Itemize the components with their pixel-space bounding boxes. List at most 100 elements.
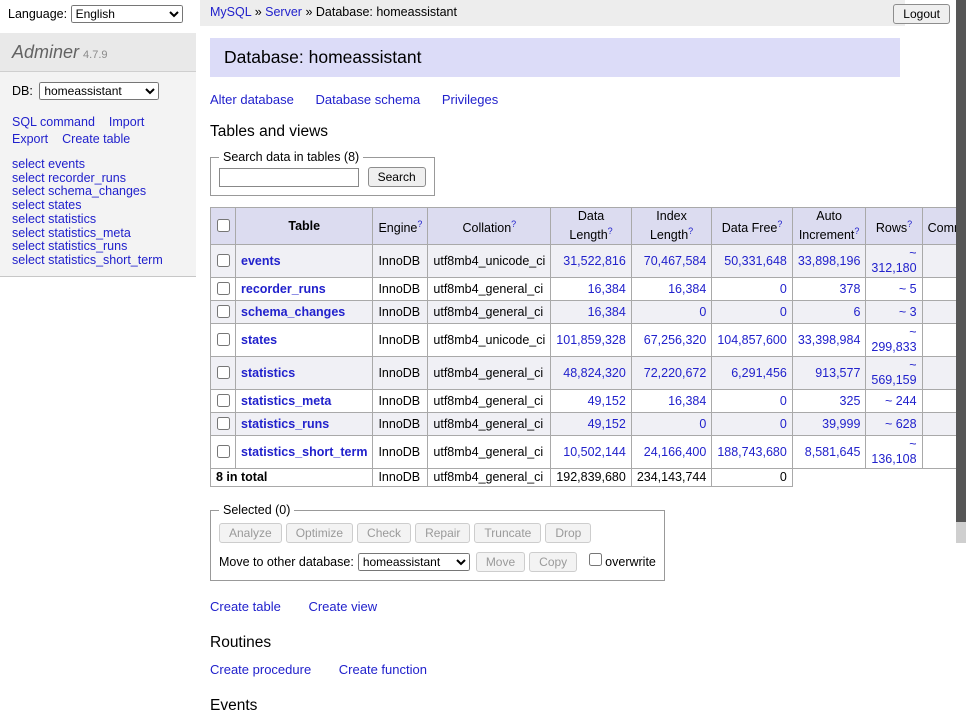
select-link[interactable]: select: [12, 226, 45, 240]
auto-increment-link[interactable]: 33,398,984: [798, 333, 861, 347]
row-checkbox[interactable]: [217, 394, 230, 407]
table-name-link[interactable]: statistics_short_term: [241, 445, 367, 459]
search-input[interactable]: [219, 168, 359, 187]
data-length-link[interactable]: 48,824,320: [563, 366, 626, 380]
table-name-link[interactable]: schema_changes: [48, 184, 146, 198]
auto-increment-link[interactable]: 33,898,196: [798, 254, 861, 268]
rows-link[interactable]: ~ 569,159: [871, 358, 916, 387]
repair-button[interactable]: Repair: [415, 523, 470, 543]
create-view-link[interactable]: Create view: [308, 599, 377, 614]
rows-link[interactable]: ~ 136,108: [871, 437, 916, 466]
rows-link[interactable]: ~ 299,833: [871, 325, 916, 354]
table-name-link[interactable]: recorder_runs: [48, 171, 126, 185]
data-length-link[interactable]: 31,522,816: [563, 254, 626, 268]
breadcrumb-mysql-link[interactable]: MySQL: [210, 5, 251, 19]
auto-increment-link[interactable]: 913,577: [815, 366, 860, 380]
auto-increment-link[interactable]: 378: [840, 282, 861, 296]
sidebar-item-import[interactable]: Import: [109, 115, 144, 129]
table-name-link[interactable]: states: [241, 333, 277, 347]
help-link[interactable]: ?: [688, 226, 693, 236]
sidebar-item-export[interactable]: Export: [12, 132, 48, 146]
index-length-link[interactable]: 70,467,584: [644, 254, 707, 268]
table-name-link[interactable]: statistics_meta: [241, 394, 331, 408]
help-link[interactable]: ?: [777, 219, 782, 229]
data-free-link[interactable]: 0: [780, 417, 787, 431]
move-button[interactable]: Move: [476, 552, 525, 572]
auto-increment-link[interactable]: 8,581,645: [805, 445, 861, 459]
select-link[interactable]: select: [12, 198, 45, 212]
data-free-link[interactable]: 6,291,456: [731, 366, 787, 380]
copy-button[interactable]: Copy: [529, 552, 577, 572]
rows-link[interactable]: ~ 5: [899, 282, 917, 296]
db-select[interactable]: homeassistant: [39, 82, 159, 100]
select-link[interactable]: select: [12, 157, 45, 171]
create-procedure-link[interactable]: Create procedure: [210, 662, 311, 677]
sidebar-item-create-table[interactable]: Create table: [62, 132, 130, 146]
database-schema-link[interactable]: Database schema: [315, 92, 420, 107]
data-free-link[interactable]: 0: [780, 394, 787, 408]
row-checkbox[interactable]: [217, 366, 230, 379]
help-link[interactable]: ?: [511, 219, 516, 229]
row-checkbox[interactable]: [217, 333, 230, 346]
index-length-link[interactable]: 0: [699, 305, 706, 319]
breadcrumb-server-link[interactable]: Server: [265, 5, 302, 19]
index-length-link[interactable]: 24,166,400: [644, 445, 707, 459]
table-name-link[interactable]: statistics_meta: [48, 226, 131, 240]
privileges-link[interactable]: Privileges: [442, 92, 498, 107]
row-checkbox[interactable]: [217, 254, 230, 267]
table-name-link[interactable]: events: [48, 157, 85, 171]
index-length-link[interactable]: 72,220,672: [644, 366, 707, 380]
data-length-link[interactable]: 49,152: [588, 394, 626, 408]
index-length-link[interactable]: 0: [699, 417, 706, 431]
data-free-link[interactable]: 0: [780, 282, 787, 296]
index-length-link[interactable]: 16,384: [668, 282, 706, 296]
help-link[interactable]: ?: [854, 226, 859, 236]
select-link[interactable]: select: [12, 253, 45, 267]
data-free-link[interactable]: 0: [780, 305, 787, 319]
index-length-link[interactable]: 67,256,320: [644, 333, 707, 347]
data-length-link[interactable]: 49,152: [588, 417, 626, 431]
rows-link[interactable]: ~ 312,180: [871, 246, 916, 275]
table-name-link[interactable]: statistics: [241, 366, 295, 380]
table-name-link[interactable]: statistics_runs: [48, 239, 127, 253]
data-free-link[interactable]: 188,743,680: [717, 445, 787, 459]
rows-link[interactable]: ~ 3: [899, 305, 917, 319]
select-link[interactable]: select: [12, 184, 45, 198]
data-length-link[interactable]: 101,859,328: [556, 333, 626, 347]
help-link[interactable]: ?: [907, 219, 912, 229]
table-name-link[interactable]: recorder_runs: [241, 282, 326, 296]
table-name-link[interactable]: events: [241, 254, 281, 268]
select-link[interactable]: select: [12, 171, 45, 185]
rows-link[interactable]: ~ 244: [885, 394, 917, 408]
table-name-link[interactable]: statistics_runs: [241, 417, 329, 431]
move-db-select[interactable]: homeassistant: [358, 553, 470, 571]
index-length-link[interactable]: 16,384: [668, 394, 706, 408]
rows-link[interactable]: ~ 628: [885, 417, 917, 431]
data-length-link[interactable]: 16,384: [588, 282, 626, 296]
data-free-link[interactable]: 104,857,600: [717, 333, 787, 347]
auto-increment-link[interactable]: 325: [840, 394, 861, 408]
data-free-link[interactable]: 50,331,648: [724, 254, 787, 268]
auto-increment-link[interactable]: 39,999: [822, 417, 860, 431]
select-link[interactable]: select: [12, 212, 45, 226]
table-name-link[interactable]: statistics_short_term: [48, 253, 163, 267]
check-button[interactable]: Check: [357, 523, 411, 543]
row-checkbox[interactable]: [217, 417, 230, 430]
optimize-button[interactable]: Optimize: [286, 523, 353, 543]
search-button[interactable]: Search: [368, 167, 426, 187]
language-select[interactable]: English: [71, 5, 183, 23]
drop-button[interactable]: Drop: [545, 523, 591, 543]
table-name-link[interactable]: schema_changes: [241, 305, 345, 319]
auto-increment-link[interactable]: 6: [853, 305, 860, 319]
select-link[interactable]: select: [12, 239, 45, 253]
table-name-link[interactable]: states: [48, 198, 81, 212]
create-table-link[interactable]: Create table: [210, 599, 281, 614]
overwrite-checkbox[interactable]: [589, 553, 602, 566]
logout-button[interactable]: Logout: [893, 4, 950, 24]
data-length-link[interactable]: 16,384: [588, 305, 626, 319]
truncate-button[interactable]: Truncate: [474, 523, 541, 543]
select-all-checkbox[interactable]: [217, 219, 230, 232]
create-function-link[interactable]: Create function: [339, 662, 427, 677]
sidebar-item-sql-command[interactable]: SQL command: [12, 115, 95, 129]
analyze-button[interactable]: Analyze: [219, 523, 282, 543]
